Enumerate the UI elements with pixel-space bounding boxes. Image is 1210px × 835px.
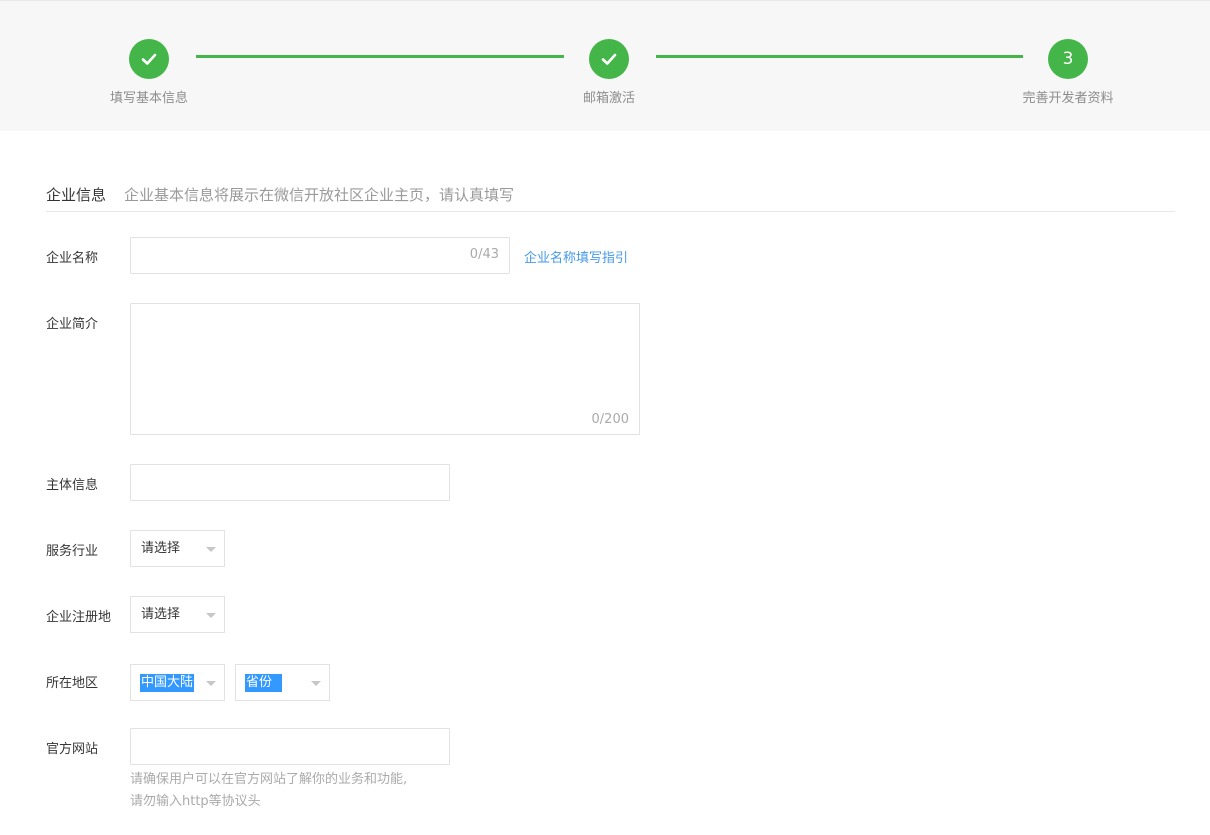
company-name-guide-link[interactable]: 企业名称填写指引 [524, 247, 628, 266]
chevron-down-icon [311, 681, 321, 686]
chevron-down-icon [206, 547, 216, 552]
industry-select[interactable]: 请选择 [130, 530, 225, 567]
chevron-down-icon [206, 681, 216, 686]
company-intro-textarea[interactable]: 0/200 [130, 303, 640, 435]
step-2-label: 邮箱激活 [582, 91, 635, 106]
section-header: 企业信息 企业基本信息将展示在微信开放社区企业主页，请认真填写 [46, 184, 1175, 212]
chevron-down-icon [206, 613, 216, 618]
country-select-value: 中国大陆 [140, 674, 195, 692]
section-description: 企业基本信息将展示在微信开放社区企业主页，请认真填写 [124, 186, 515, 204]
region-label: 所在地区 [46, 676, 99, 691]
website-hint-line-2: 请勿输入http等协议头 [130, 794, 261, 809]
step-3-label: 完善开发者资料 [1022, 91, 1114, 106]
website-label: 官方网站 [46, 742, 99, 757]
company-name-counter: 0/43 [469, 247, 499, 262]
company-intro-label: 企业简介 [46, 317, 99, 332]
entity-info-input[interactable] [130, 464, 450, 501]
website-hint-line-1: 请确保用户可以在官方网站了解你的业务和功能, [130, 772, 408, 787]
entity-info-label: 主体信息 [46, 478, 99, 493]
company-name-input[interactable]: 0/43 [130, 237, 510, 274]
industry-label: 服务行业 [46, 544, 99, 559]
industry-select-value: 请选择 [141, 541, 181, 556]
progress-steps: 填写基本信息 邮箱激活 3 完善开发者资料 [0, 0, 1210, 131]
website-input[interactable] [130, 728, 450, 765]
company-name-label: 企业名称 [46, 251, 99, 266]
step-3-number: 3 [1048, 39, 1088, 79]
step-2-check-icon [589, 39, 629, 79]
country-select[interactable]: 中国大陆 [130, 664, 225, 701]
registration-select[interactable]: 请选择 [130, 596, 225, 633]
section-title: 企业信息 [46, 186, 107, 204]
step-connector-2 [656, 55, 1023, 58]
step-1-check-icon [129, 39, 169, 79]
step-1-label: 填写基本信息 [109, 91, 188, 106]
registration-label: 企业注册地 [46, 610, 112, 625]
province-select[interactable]: 省份 [235, 664, 330, 701]
step-connector-1 [196, 55, 564, 58]
registration-select-value: 请选择 [141, 607, 181, 622]
province-select-value: 省份 [245, 674, 283, 692]
company-intro-counter: 0/200 [591, 412, 629, 427]
